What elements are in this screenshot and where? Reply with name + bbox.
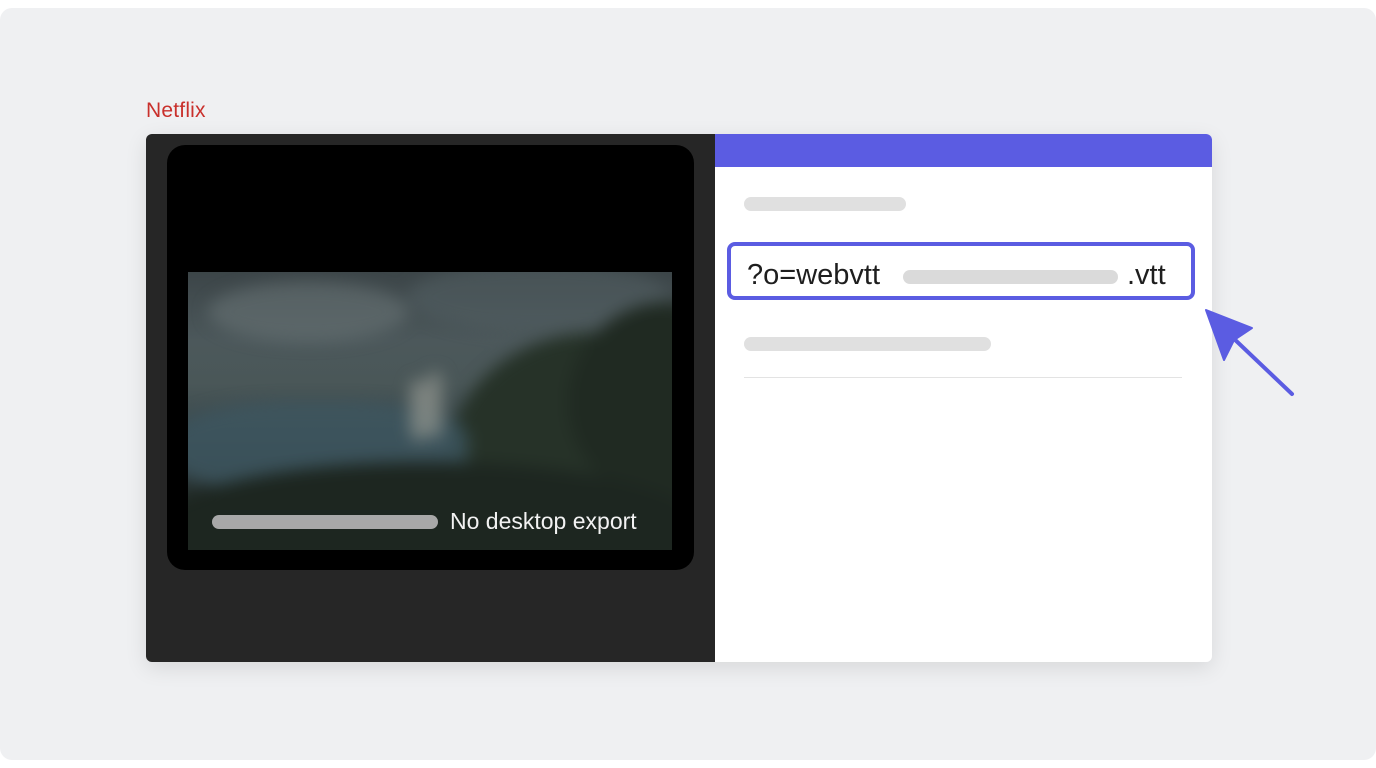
export-status-label: No desktop export [450, 508, 637, 534]
video-player[interactable] [167, 145, 694, 570]
divider [744, 377, 1182, 378]
progress-bar[interactable] [212, 515, 438, 529]
subtitle-request-url[interactable]: ?o=webvtt .vtt [727, 242, 1195, 300]
video-pane [146, 134, 715, 662]
service-label: Netflix [146, 99, 206, 122]
network-panel: ?o=webvtt .vtt [715, 134, 1212, 662]
url-suffix: .vtt [1127, 259, 1166, 291]
page-background: Netflix ?o=webvtt .vtt No desktop export [0, 8, 1376, 760]
placeholder-line [744, 337, 991, 351]
url-redacted-segment [903, 270, 1118, 284]
arrow-pointer-icon [1205, 309, 1294, 396]
browser-frame: ?o=webvtt .vtt [146, 134, 1212, 662]
placeholder-line [744, 197, 906, 211]
panel-header-bar [715, 134, 1212, 167]
url-prefix: ?o=webvtt [747, 259, 881, 291]
